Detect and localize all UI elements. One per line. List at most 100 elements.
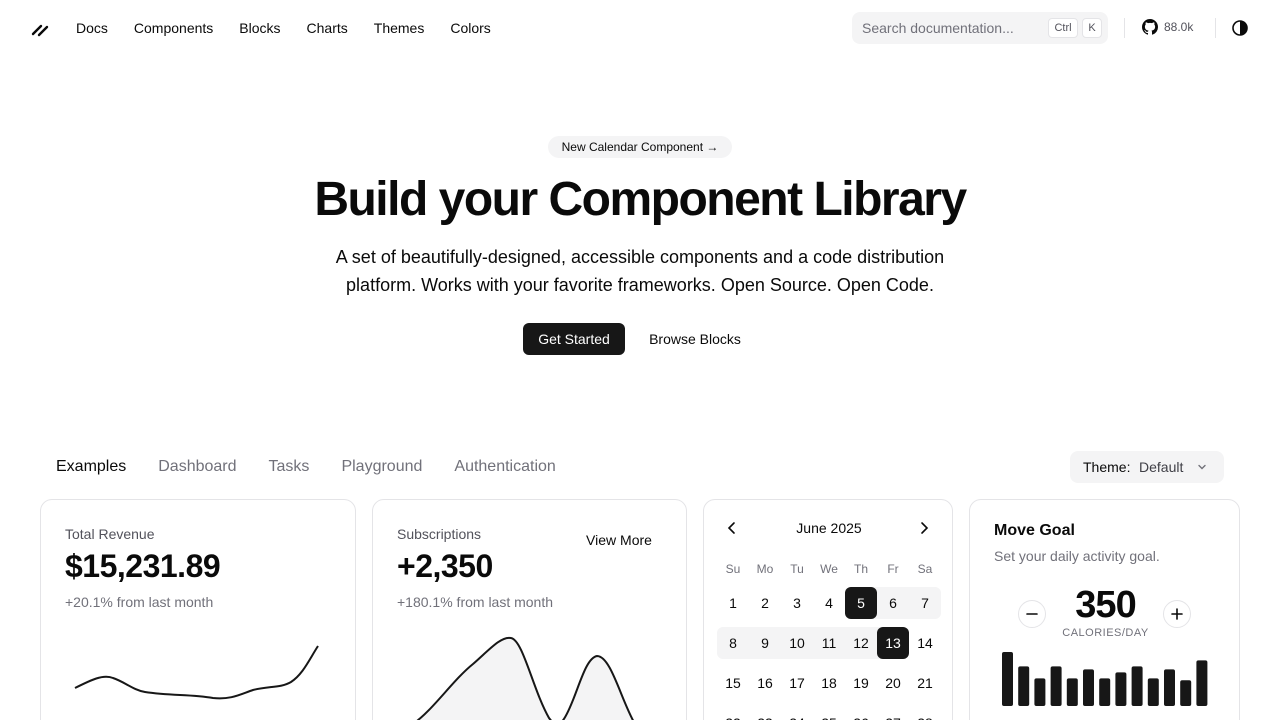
search-input[interactable]: [862, 19, 1042, 37]
calendar-day-range-end[interactable]: 13: [877, 627, 909, 659]
calendar-week: 15 16 17 18 19 20 21: [717, 667, 941, 699]
view-more-button[interactable]: View More: [569, 528, 669, 552]
calendar-day[interactable]: 22: [717, 707, 749, 720]
calendar-day[interactable]: 12: [845, 627, 877, 659]
activity-bar: [1018, 666, 1030, 706]
calendar-day[interactable]: 9: [749, 627, 781, 659]
calendar-day[interactable]: 24: [781, 707, 813, 720]
theme-select[interactable]: Theme: Default: [1070, 451, 1224, 483]
examples-tabs: Examples Dashboard Tasks Playground Auth…: [56, 456, 588, 478]
calendar-day[interactable]: 15: [717, 667, 749, 699]
get-started-button[interactable]: Get Started: [523, 323, 625, 355]
calendar-day[interactable]: 21: [909, 667, 941, 699]
weekday: Su: [725, 562, 741, 576]
hero-title: Build your Component Library: [314, 173, 967, 226]
github-link[interactable]: 88.0k: [1142, 19, 1193, 35]
activity-bar: [1034, 678, 1046, 706]
chevron-down-icon: [1198, 464, 1206, 470]
activity-bar: [1196, 660, 1208, 706]
calendar-day[interactable]: 2: [749, 587, 781, 619]
move-goal-unit: CALORIES/DAY: [1062, 627, 1149, 639]
calendar-day[interactable]: 16: [749, 667, 781, 699]
calendar-day[interactable]: 19: [845, 667, 877, 699]
tab-examples[interactable]: Examples: [56, 456, 126, 478]
calendar-day[interactable]: 10: [781, 627, 813, 659]
weekday: Th: [853, 562, 868, 576]
contrast-icon[interactable]: [1230, 18, 1250, 38]
calendar-grid: 1 2 3 4 5 6 7 8 9 10 11 12 13 14 15 16 1…: [717, 587, 941, 720]
announcement-badge[interactable]: New Calendar Component →: [548, 136, 732, 158]
calendar-day[interactable]: 18: [813, 667, 845, 699]
github-icon: [1142, 19, 1158, 35]
calendar-day[interactable]: 27: [877, 707, 909, 720]
kbd-k: K: [1082, 18, 1102, 38]
calendar-day[interactable]: 8: [717, 627, 749, 659]
activity-bar: [1083, 669, 1094, 706]
tab-authentication[interactable]: Authentication: [454, 456, 555, 478]
calendar-day[interactable]: 3: [781, 587, 813, 619]
activity-bar-chart: [1002, 652, 1208, 706]
subscriptions-label: Subscriptions: [397, 526, 482, 542]
move-goal-title: Move Goal: [994, 522, 1075, 539]
tab-tasks[interactable]: Tasks: [269, 456, 310, 478]
activity-bar: [1002, 652, 1013, 706]
tab-playground[interactable]: Playground: [341, 456, 422, 478]
revenue-delta: +20.1% from last month: [65, 594, 214, 610]
subscriptions-area-chart: [416, 636, 635, 720]
nav-themes[interactable]: Themes: [374, 19, 425, 37]
divider: [1124, 18, 1125, 38]
calendar-week: 22 23 24 25 26 27 28: [717, 707, 941, 720]
calendar-day[interactable]: 25: [813, 707, 845, 720]
theme-select-value: Default: [1139, 459, 1184, 475]
subscriptions-delta: +180.1% from last month: [397, 594, 554, 610]
calendar-day[interactable]: 17: [781, 667, 813, 699]
calendar-day[interactable]: 7: [909, 587, 941, 619]
move-goal-card: Move Goal Set your daily activity goal. …: [969, 499, 1240, 720]
kbd-ctrl: Ctrl: [1048, 18, 1078, 38]
calendar-day[interactable]: 23: [749, 707, 781, 720]
activity-bar: [1147, 678, 1159, 706]
weekday: Tu: [790, 562, 804, 576]
calendar-day[interactable]: 6: [877, 587, 909, 619]
top-header: Docs Components Blocks Charts Themes Col…: [0, 0, 1280, 56]
calendar-day-range-start[interactable]: 5: [845, 587, 877, 619]
chevron-right-icon[interactable]: [914, 518, 934, 538]
hero-subtitle: A set of beautifully-designed, accessibl…: [335, 247, 945, 295]
nav-colors[interactable]: Colors: [450, 19, 490, 37]
activity-bar: [1099, 678, 1111, 706]
calendar-day[interactable]: 20: [877, 667, 909, 699]
subscriptions-card: Subscriptions +2,350 +180.1% from last m…: [372, 499, 687, 720]
calendar-day[interactable]: 28: [909, 707, 941, 720]
calendar-day[interactable]: 14: [909, 627, 941, 659]
move-goal-description: Set your daily activity goal.: [994, 548, 1160, 564]
calendar-day[interactable]: 4: [813, 587, 845, 619]
calendar-week: 1 2 3 4 5 6 7: [717, 587, 941, 619]
slash-logo-icon[interactable]: [28, 16, 52, 40]
calendar-day[interactable]: 11: [813, 627, 845, 659]
activity-bar: [1066, 678, 1078, 706]
tab-dashboard[interactable]: Dashboard: [158, 456, 236, 478]
calendar-week: 8 9 10 11 12 13 14: [717, 627, 941, 659]
revenue-value: $15,231.89: [65, 548, 221, 584]
activity-bar: [1050, 666, 1062, 706]
weekday: Sa: [917, 562, 933, 576]
activity-bar: [1180, 680, 1192, 706]
activity-bar: [1164, 669, 1175, 706]
calendar-day[interactable]: 26: [845, 707, 877, 720]
weekday: Fr: [887, 562, 899, 576]
weekday: We: [820, 562, 838, 576]
activity-bar: [1131, 666, 1143, 706]
nav-charts[interactable]: Charts: [307, 19, 348, 37]
nav-blocks[interactable]: Blocks: [239, 19, 280, 37]
increase-goal-button[interactable]: [1163, 600, 1191, 628]
revenue-sparkline: [74, 645, 319, 700]
browse-blocks-button[interactable]: Browse Blocks: [634, 323, 756, 355]
search-box[interactable]: Ctrl K: [852, 12, 1108, 44]
nav-docs[interactable]: Docs: [76, 19, 108, 37]
nav-components[interactable]: Components: [134, 19, 213, 37]
revenue-label: Total Revenue: [65, 526, 155, 542]
decrease-goal-button[interactable]: [1018, 600, 1046, 628]
subscriptions-value: +2,350: [397, 548, 493, 584]
theme-select-label: Theme:: [1083, 459, 1131, 475]
calendar-day[interactable]: 1: [717, 587, 749, 619]
